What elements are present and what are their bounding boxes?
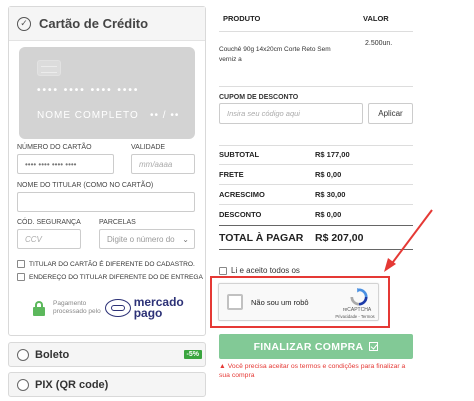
payment-methods: ✓ Cartão de Crédito •••• •••• •••• •••• …: [8, 6, 206, 399]
discount-label: DESCONTO: [219, 210, 262, 219]
terms-option[interactable]: Li e aceito todos os: [219, 266, 300, 275]
recaptcha-logo-icon: [350, 288, 368, 306]
divider: [219, 145, 413, 146]
expiry-input[interactable]: mm/aaaa: [131, 154, 195, 174]
warning-icon: ▲: [219, 363, 226, 370]
pix-title: PIX (QR code): [35, 378, 109, 391]
installments-select[interactable]: Digite o número do ⌄: [99, 229, 195, 249]
credit-card-panel: ✓ Cartão de Crédito •••• •••• •••• •••• …: [8, 6, 206, 336]
divider: [219, 184, 413, 185]
mercado-pago-badge: Pagamento processado pelo mercado pago: [33, 295, 184, 320]
subtotal-label: SUBTOTAL: [219, 150, 260, 159]
check-circle-icon: ✓: [17, 16, 31, 31]
boleto-option[interactable]: Boleto -5%: [8, 342, 206, 367]
card-preview-expiry: •• / ••: [150, 110, 180, 121]
finish-purchase-button[interactable]: FINALIZAR COMPRA: [219, 334, 413, 359]
annotation-arrow-icon: [384, 209, 433, 272]
check-square-icon: [369, 342, 379, 351]
product-quantity: 2.500un.: [365, 40, 393, 47]
cvv-input[interactable]: CCV: [17, 229, 81, 249]
terms-warning: ▲ Você precisa aceitar os termos e condiç…: [219, 363, 413, 380]
recaptcha-widget: Não sou um robô reCAPTCHA Privacidade - …: [218, 283, 379, 321]
terms-label: Li e aceito todos os: [231, 266, 300, 275]
coupon-label: CUPOM DE DESCONTO: [219, 94, 299, 101]
card-number-label: NÚMERO DO CARTÃO: [17, 144, 92, 151]
boleto-title: Boleto: [35, 348, 70, 361]
subtotal-value: R$ 177,00: [315, 150, 350, 159]
divider: [219, 204, 413, 205]
recaptcha-checkbox[interactable]: [227, 294, 243, 310]
value-column-header: VALOR: [363, 14, 389, 23]
holder-different-checkbox[interactable]: [17, 260, 25, 268]
surcharge-label: ACRESCIMO: [219, 190, 265, 199]
credit-card-header[interactable]: ✓ Cartão de Crédito: [9, 7, 205, 41]
product-column-header: PRODUTO: [223, 14, 261, 23]
recaptcha-label: Não sou um robô: [251, 298, 309, 307]
surcharge-value: R$ 30,00: [315, 190, 346, 199]
lock-icon: [33, 300, 45, 316]
boleto-radio[interactable]: [17, 348, 29, 361]
terms-checkbox[interactable]: [219, 266, 227, 275]
finish-purchase-label: FINALIZAR COMPRA: [253, 340, 364, 353]
address-different-label: ENDEREÇO DO TITULAR DIFERENTE DO DE ENTR…: [29, 273, 203, 281]
product-name: Couchê 90g 14x20cm Corte Reto Sem verniz…: [219, 46, 331, 63]
card-chip-icon: [37, 60, 61, 76]
mercado-pago-logo-icon: [104, 299, 131, 317]
holder-name-label: NOME DO TITULAR (COMO NO CARTÃO): [17, 182, 154, 189]
mercado-pago-wordmark: mercado pago: [133, 295, 184, 320]
card-preview: •••• •••• •••• •••• NOME COMPLETO •• / •…: [19, 47, 195, 139]
recaptcha-links[interactable]: Privacidade - Termos: [331, 314, 379, 319]
installments-value: Digite o número do: [107, 234, 175, 244]
total-label: TOTAL À PAGAR: [219, 232, 304, 244]
holder-name-input[interactable]: [17, 192, 195, 212]
coupon-input[interactable]: Insira seu código aqui: [219, 103, 363, 124]
holder-different-label: TITULAR DO CARTÃO É DIFERENTE DO CADASTR…: [29, 260, 195, 268]
address-different-option[interactable]: ENDEREÇO DO TITULAR DIFERENTE DO DE ENTR…: [17, 273, 203, 281]
pix-radio[interactable]: [17, 378, 29, 391]
apply-coupon-button[interactable]: Aplicar: [368, 103, 413, 124]
total-value: R$ 207,00: [315, 232, 364, 244]
shipping-value: R$ 0,00: [315, 170, 342, 179]
expiry-label: VALIDADE: [131, 144, 166, 151]
installments-label: PARCELAS: [99, 219, 136, 226]
chevron-down-icon: ⌄: [182, 235, 189, 244]
divider: [219, 31, 413, 32]
card-preview-number: •••• •••• •••• ••••: [37, 85, 140, 96]
cvv-label: CÓD. SEGURANÇA: [17, 219, 81, 226]
card-preview-name: NOME COMPLETO: [37, 110, 139, 121]
divider: [219, 164, 413, 165]
address-different-checkbox[interactable]: [17, 273, 25, 281]
processed-by-text: Pagamento processado pelo: [53, 300, 101, 315]
pix-option[interactable]: PIX (QR code): [8, 372, 206, 397]
discount-badge: -5%: [183, 350, 202, 359]
shipping-label: FRETE: [219, 170, 244, 179]
recaptcha-brand: reCAPTCHA: [342, 307, 372, 313]
terms-warning-text: Você precisa aceitar os termos e condiçõ…: [219, 363, 406, 379]
card-number-input[interactable]: •••• •••• •••• ••••: [17, 154, 114, 174]
divider: [219, 86, 413, 87]
credit-card-title: Cartão de Crédito: [39, 16, 149, 31]
holder-different-option[interactable]: TITULAR DO CARTÃO É DIFERENTE DO CADASTR…: [17, 260, 195, 268]
discount-value: R$ 0,00: [315, 210, 342, 219]
